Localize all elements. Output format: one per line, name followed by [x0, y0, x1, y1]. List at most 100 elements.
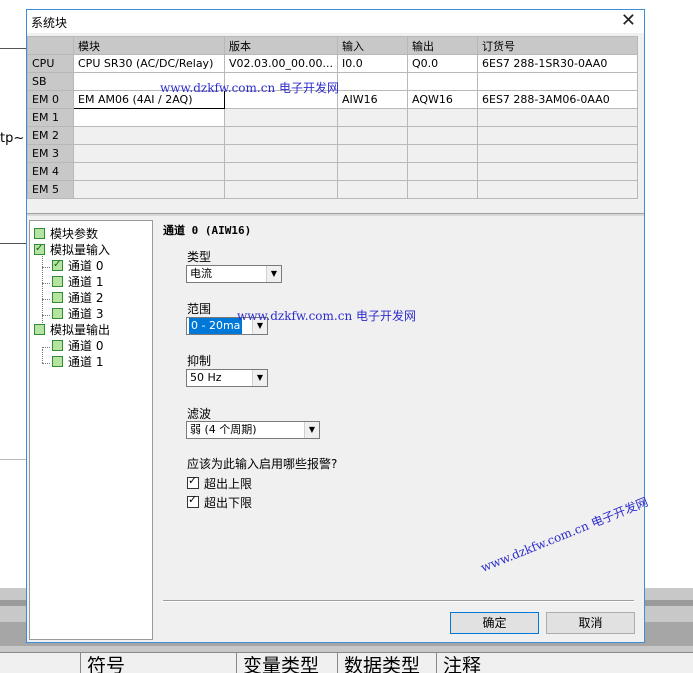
slot-label[interactable]: EM 1 [27, 108, 74, 127]
input-cell[interactable] [337, 144, 408, 163]
checkbox-checked-icon[interactable] [187, 474, 199, 489]
slot-label[interactable]: CPU [27, 54, 74, 73]
output-cell[interactable] [407, 180, 478, 199]
cancel-button[interactable]: 取消 [546, 612, 635, 634]
tree-item-analog-input[interactable]: 模拟量输入 [34, 241, 111, 258]
slot-label[interactable]: EM 4 [27, 162, 74, 181]
node-icon [52, 356, 63, 367]
output-cell[interactable] [407, 162, 478, 181]
tree-item-ai-channel-3[interactable]: 通道 3 [52, 306, 103, 322]
module-cell[interactable] [73, 108, 225, 127]
bg-col-symbol[interactable]: 符号 [80, 653, 237, 673]
output-cell[interactable] [407, 108, 478, 127]
input-cell[interactable] [337, 108, 408, 127]
alarm-question: 应该为此输入启用哪些报警? [187, 457, 338, 471]
watermark-1: www.dzkfw.com.cn 电子开发网 [160, 81, 339, 95]
bg-rule-low [0, 459, 26, 460]
settings-tree: 模块参数 模拟量输入 通道 0 通道 1 通道 2 通道 3 模拟量输出 通道 … [29, 220, 153, 640]
node-icon [52, 308, 63, 319]
node-check-icon [34, 241, 45, 257]
tree-line [42, 299, 50, 300]
tree-item-ai-channel-2[interactable]: 通道 2 [52, 290, 103, 306]
grid-header-input: 输入 [337, 36, 408, 55]
tree-line [42, 283, 50, 284]
input-cell[interactable] [337, 180, 408, 199]
grid-header-version: 版本 [224, 36, 338, 55]
slot-label[interactable]: SB [27, 72, 74, 91]
node-icon [34, 324, 45, 335]
checkbox-checked-icon[interactable] [187, 493, 199, 508]
output-cell[interactable] [407, 126, 478, 145]
tree-line [42, 347, 50, 348]
tree-item-analog-output[interactable]: 模拟量输出 [34, 322, 110, 338]
bg-col-var-type[interactable]: 变量类型 [236, 653, 338, 673]
tree-item-aq-channel-1[interactable]: 通道 1 [52, 354, 103, 370]
grid-row-em3[interactable]: EM 3 [27, 144, 638, 163]
splitter[interactable] [27, 213, 644, 216]
order-cell: 6ES7 288-1SR30-0AA0 [477, 54, 638, 73]
tree-item-module-params[interactable]: 模块参数 [34, 226, 98, 242]
output-cell[interactable] [407, 144, 478, 163]
grid-header-output: 输出 [407, 36, 478, 55]
output-cell[interactable] [407, 72, 478, 91]
input-cell[interactable] [337, 126, 408, 145]
rejection-value: 50 Hz [190, 371, 222, 384]
filter-select[interactable]: 弱 (4 个周期) ▼ [186, 421, 320, 439]
slot-label[interactable]: EM 5 [27, 180, 74, 199]
ok-button[interactable]: 确定 [450, 612, 539, 634]
tree-item-aq-channel-0[interactable]: 通道 0 [52, 338, 103, 354]
tree-label: 通道 0 [68, 339, 104, 353]
module-cell[interactable]: CPU SR30 (AC/DC/Relay) [73, 54, 225, 73]
input-cell[interactable] [337, 162, 408, 181]
tree-label: 通道 3 [68, 307, 104, 321]
grid-row-cpu[interactable]: CPU CPU SR30 (AC/DC/Relay) V02.03.00_00.… [27, 54, 638, 73]
alarm-low-checkbox[interactable]: 超出下限 [187, 493, 252, 511]
output-cell[interactable]: AQW16 [407, 90, 478, 109]
node-icon [52, 276, 63, 287]
close-icon[interactable]: ✕ [621, 11, 636, 31]
tree-item-ai-channel-0[interactable]: 通道 0 [52, 257, 103, 274]
grid-row-em2[interactable]: EM 2 [27, 126, 638, 145]
slot-label[interactable]: EM 0 [27, 90, 74, 109]
alarm-high-checkbox[interactable]: 超出上限 [187, 474, 252, 492]
title-bar: 系统块 ✕ [27, 10, 644, 33]
grid-row-em1[interactable]: EM 1 [27, 108, 638, 127]
chevron-down-icon[interactable]: ▼ [266, 266, 281, 282]
tree-item-ai-channel-1[interactable]: 通道 1 [52, 274, 103, 290]
tree-label: 模拟量输入 [50, 243, 111, 257]
version-cell [224, 180, 338, 199]
button-divider [163, 600, 634, 602]
output-cell[interactable]: Q0.0 [407, 54, 478, 73]
grid-header-corner [27, 36, 74, 55]
input-cell[interactable]: I0.0 [337, 54, 408, 73]
module-cell[interactable] [73, 126, 225, 145]
tree-line [42, 315, 50, 316]
bg-table-header: 符号 变量类型 数据类型 注释 [0, 652, 693, 673]
slot-label[interactable]: EM 3 [27, 144, 74, 163]
range-value: 0 - 20ma [189, 318, 243, 334]
chevron-down-icon[interactable]: ▼ [304, 422, 319, 438]
bg-col-comment[interactable]: 注释 [436, 653, 693, 673]
order-cell [477, 162, 638, 181]
slot-label[interactable]: EM 2 [27, 126, 74, 145]
bg-col-data-type[interactable]: 数据类型 [337, 653, 439, 673]
tree-line [42, 363, 50, 364]
module-cell[interactable] [73, 144, 225, 163]
rejection-select[interactable]: 50 Hz ▼ [186, 369, 268, 387]
chevron-down-icon[interactable]: ▼ [252, 370, 267, 386]
grid-header-order: 订货号 [477, 36, 638, 55]
input-cell[interactable]: AIW16 [337, 90, 408, 109]
grid-row-em4[interactable]: EM 4 [27, 162, 638, 181]
type-select[interactable]: 电流 ▼ [186, 265, 282, 283]
channel-title: 通道 0 (AIW16) [163, 224, 252, 237]
input-cell[interactable] [337, 72, 408, 91]
tree-label: 通道 1 [68, 275, 104, 289]
tree-label: 通道 2 [68, 291, 104, 305]
grid-row-em5[interactable]: EM 5 [27, 180, 638, 199]
grid-header-row: 模块 版本 输入 输出 订货号 [27, 36, 638, 55]
module-cell[interactable] [73, 180, 225, 199]
range-label: 范围 [187, 302, 212, 316]
version-cell: V02.03.00_00.00... [224, 54, 338, 73]
tree-line [42, 253, 43, 331]
module-cell[interactable] [73, 162, 225, 181]
